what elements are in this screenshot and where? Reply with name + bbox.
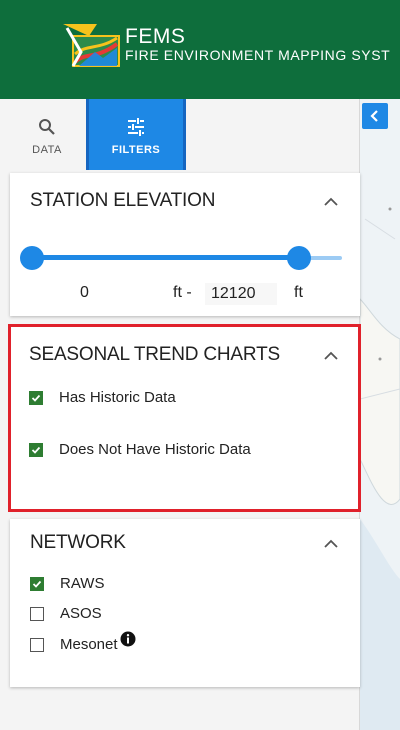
network-option-asos[interactable]: ASOS xyxy=(30,605,102,622)
no-historic-data-label: Does Not Have Historic Data xyxy=(59,441,251,458)
info-icon[interactable] xyxy=(120,631,136,647)
seasonal-trend-charts-panel: SEASONAL TREND CHARTS Has Historic Data … xyxy=(8,324,361,512)
elevation-max-unit: ft xyxy=(294,284,303,301)
tab-filters[interactable]: FILTERS xyxy=(86,99,186,170)
search-icon xyxy=(39,118,55,135)
no-historic-data-checkbox[interactable] xyxy=(29,442,43,457)
network-panel: NETWORK RAWS ASOS Mesonet xyxy=(10,519,360,687)
elevation-min-handle[interactable] xyxy=(20,246,44,270)
has-historic-data-label: Has Historic Data xyxy=(59,389,176,406)
app-title: FEMS xyxy=(125,25,186,48)
elevation-max-handle[interactable] xyxy=(286,246,311,270)
station-elevation-title: STATION ELEVATION xyxy=(30,190,216,211)
check-icon xyxy=(32,580,42,588)
app-subtitle: FIRE ENVIRONMENT MAPPING SYST xyxy=(125,47,391,63)
chevron-up-icon[interactable] xyxy=(324,351,338,361)
mesonet-checkbox[interactable] xyxy=(30,637,44,652)
elevation-slider-fill xyxy=(32,255,299,260)
check-icon xyxy=(31,446,41,454)
network-option-raws[interactable]: RAWS xyxy=(30,575,104,592)
tab-data[interactable]: DATA xyxy=(8,99,86,170)
raws-label: RAWS xyxy=(60,575,105,592)
collapse-sidebar-button[interactable] xyxy=(362,103,388,129)
no-historic-data-option[interactable]: Does Not Have Historic Data xyxy=(29,441,251,458)
app-header: FEMS FIRE ENVIRONMENT MAPPING SYST xyxy=(0,0,400,99)
chevron-up-icon[interactable] xyxy=(324,539,338,549)
elevation-min-unit: ft - xyxy=(173,284,192,301)
network-option-mesonet[interactable]: Mesonet xyxy=(30,631,136,653)
sidebar-tabs: DATA FILTERS xyxy=(8,99,186,170)
chevron-up-icon[interactable] xyxy=(324,197,338,207)
has-historic-data-checkbox[interactable] xyxy=(29,390,43,405)
elevation-min-field[interactable]: 0 xyxy=(80,284,89,302)
sliders-icon xyxy=(128,117,144,136)
filter-sidebar: DATA FILTERS STATION ELEVATION 0 ft - 12… xyxy=(0,99,361,730)
map-view[interactable] xyxy=(360,99,400,730)
seasonal-trend-charts-title: SEASONAL TREND CHARTS xyxy=(29,344,280,365)
elevation-max-field[interactable]: 12120 xyxy=(205,283,277,305)
mesonet-label: Mesonet xyxy=(60,636,118,653)
chevron-left-icon xyxy=(370,110,378,122)
asos-checkbox[interactable] xyxy=(30,606,44,621)
raws-checkbox[interactable] xyxy=(30,576,44,591)
asos-label: ASOS xyxy=(60,605,102,622)
tab-data-label: DATA xyxy=(32,143,62,156)
fems-logo xyxy=(63,24,120,67)
check-icon xyxy=(31,394,41,402)
station-elevation-panel: STATION ELEVATION 0 ft - 12120 ft xyxy=(10,173,360,316)
network-title: NETWORK xyxy=(30,532,126,553)
has-historic-data-option[interactable]: Has Historic Data xyxy=(29,389,176,406)
tab-filters-label: FILTERS xyxy=(111,143,161,156)
